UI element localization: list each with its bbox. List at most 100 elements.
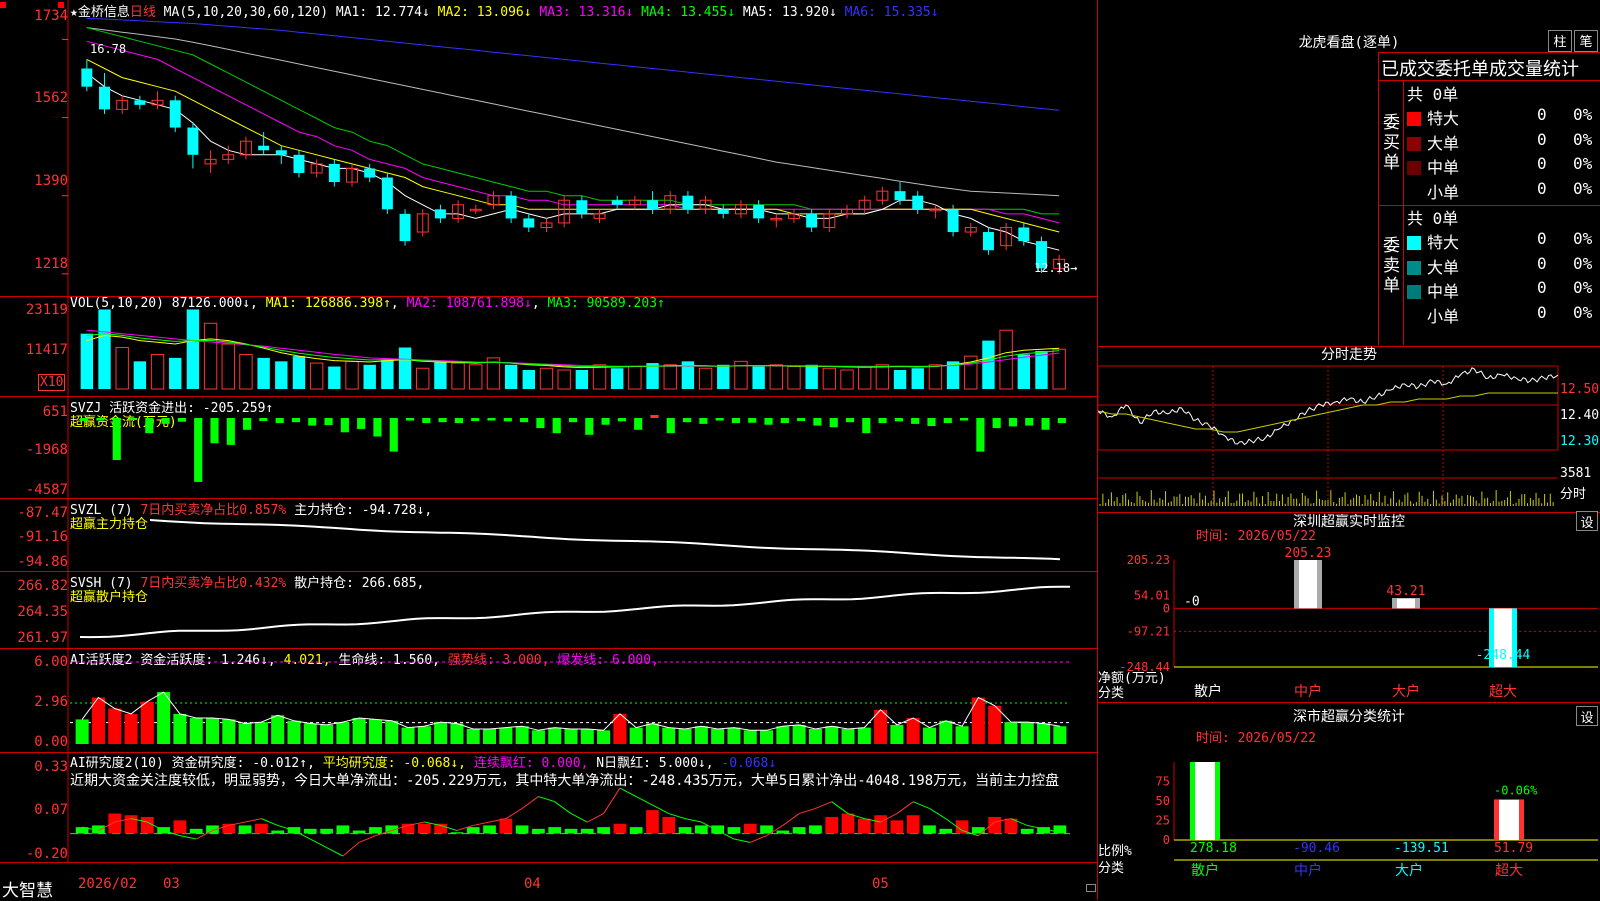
vol-panel[interactable]: VOL(5,10,20) 87126.000↓, MA1: 126886.398… (0, 296, 1098, 397)
active-bar (336, 722, 350, 744)
vol-bar (186, 309, 200, 389)
order-count: 0 (1537, 302, 1547, 322)
active-bar (597, 730, 611, 744)
active-bar (140, 701, 154, 744)
candle-body (99, 86, 110, 110)
svzj-bar (389, 418, 398, 452)
active-bar (955, 726, 969, 744)
svzj-bar (585, 418, 594, 435)
candle-body (328, 163, 340, 183)
buy-side-label: 委买单 (1383, 113, 1400, 173)
svzj-bar (943, 418, 952, 424)
svsh-panel[interactable]: SVSH (7) 7日内买卖净占比0.432% 散户持仓: 266.685, 超… (0, 571, 1098, 649)
vol-bar (787, 366, 801, 390)
order-color-swatch (1407, 112, 1421, 126)
svzl-panel[interactable]: SVZL (7) 7日内买卖净占比0.857% 主力持仓: -94.728↓, … (0, 498, 1098, 572)
szfl-category-label: 超大 (1495, 863, 1523, 879)
order-row: 小单 0 0% (1407, 303, 1599, 327)
lhkp-tabs[interactable]: 已成交委托单成交量统计 (1381, 55, 1579, 81)
research-line-seg (929, 808, 947, 820)
svzj-panel[interactable]: SVZJ 活跃资金进出: -205.259↑ 超赢资金流(万元) 651 -19… (0, 396, 1098, 499)
kline-panel[interactable]: ★金桥信息日线 MA(5,10,20,30,60,120) MA1: 12.77… (0, 0, 1098, 297)
active-bar (238, 723, 252, 744)
svzj-chart[interactable] (0, 396, 1098, 498)
svzj-bar (487, 418, 496, 421)
active-panel[interactable]: AI活跃度2 资金活跃度: 1.246↓, 4.021, 生命线: 1.560,… (0, 648, 1098, 753)
candle-body (682, 195, 694, 210)
active-bar (906, 718, 920, 744)
vol-ma3-line (86, 333, 1060, 368)
svzj-bar (764, 418, 773, 425)
active-chart[interactable] (0, 648, 1098, 752)
szcy-ytick: 0 (1163, 601, 1170, 615)
tick-mode-button[interactable]: 笔 (1574, 30, 1598, 52)
research-line-seg (635, 796, 653, 806)
candle-body (134, 100, 146, 105)
research-bar (320, 828, 333, 834)
research-line-seg (342, 842, 360, 857)
vol-bar (363, 364, 376, 389)
order-name: 大单 (1427, 133, 1460, 153)
candle-body (982, 232, 994, 251)
research-line-seg (473, 821, 490, 826)
order-count: 0 (1537, 253, 1547, 273)
svzl-chart[interactable] (0, 498, 1098, 571)
svzj-bar (845, 418, 855, 423)
szcy-panel[interactable]: 深圳超赢实时监控 设 时间: 2026/05/22 205.23 54.01 0 -9… (1098, 511, 1600, 703)
szfl-chart[interactable]: 75 50 25 0 278.18 散户 -90.46 中户 -139.51 大户 51.79 超大 -… (1098, 702, 1600, 900)
research-bar (499, 818, 513, 834)
vol-chart[interactable] (0, 296, 1098, 396)
active-bar (890, 724, 904, 744)
order-pct: 0% (1573, 278, 1593, 297)
lock-icon[interactable] (1086, 884, 1096, 892)
brand-label: 大智慧 (2, 881, 53, 901)
fenshi-panel[interactable]: 分时走势 12.50 12.40 12.30 3581 分时 (1098, 346, 1600, 513)
svzj-bar (308, 418, 317, 426)
research-panel[interactable]: AI研究度2(10) 资金研究度: -0.012↑, 平均研究度: -0.068… (0, 752, 1098, 863)
svzj-bar (617, 418, 626, 422)
active-bar (727, 727, 741, 744)
svzj-bar (862, 418, 871, 434)
szcy-category-label: 散户 (1194, 683, 1222, 700)
vol-bar (858, 366, 872, 390)
order-name: 特大 (1427, 109, 1460, 128)
candle-body (717, 209, 729, 214)
kline-chart[interactable] (0, 0, 1098, 296)
vol-bar (133, 361, 147, 389)
szcy-bar-edge (1294, 560, 1299, 609)
svzj-bar (210, 418, 219, 444)
szfl-panel[interactable]: 深市超赢分类统计 设 时间: 2026/05/22 75 50 25 0 278.18 散… (1098, 702, 1600, 900)
szcy-chart[interactable]: 205.2354.010-97.21-248.44-0散户205.23中户43.… (1098, 512, 1600, 702)
szfl-category-label: 大户 (1395, 862, 1423, 879)
svzj-bar (682, 418, 692, 423)
order-count: 0 (1537, 129, 1547, 149)
svzj-bar (878, 418, 887, 424)
szcy-value-label: 43.21 (1386, 584, 1425, 599)
fenshi-chart[interactable] (1098, 346, 1600, 512)
order-row: 中单 0 0% (1407, 154, 1599, 178)
vol-bar (911, 368, 924, 389)
research-chart[interactable] (0, 752, 1098, 862)
vol-bar (893, 369, 907, 389)
svsh-chart[interactable] (0, 571, 1098, 648)
vol-bar (663, 364, 677, 390)
vol-bar (98, 309, 111, 389)
order-count: 0 (1537, 178, 1547, 198)
svzj-bar (243, 418, 252, 430)
research-bar (825, 816, 839, 834)
bar-mode-button[interactable]: 柱 (1548, 30, 1572, 52)
research-bar (646, 810, 659, 834)
active-bar (417, 726, 431, 744)
active-bar (385, 720, 399, 744)
research-bar (336, 825, 350, 834)
research-line-seg (603, 787, 621, 814)
order-color-swatch (1407, 260, 1421, 275)
vol-bar (469, 364, 483, 390)
research-bar (662, 816, 676, 834)
vol-bar (416, 367, 430, 390)
research-bar (890, 820, 904, 834)
svzj-bar (1041, 418, 1050, 430)
svzj-bar (699, 418, 708, 424)
szfl-bar-edge (1215, 762, 1220, 840)
research-bar (841, 813, 855, 834)
